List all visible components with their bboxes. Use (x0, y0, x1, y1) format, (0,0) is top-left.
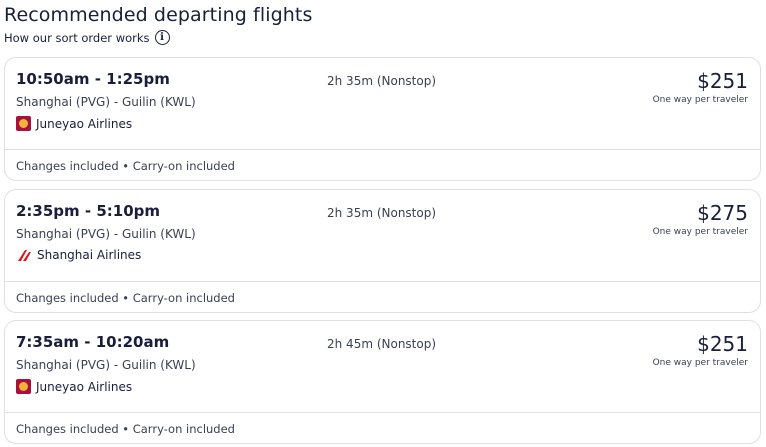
flight-route: Shanghai (PVG) - Guilin (KWL) (16, 358, 196, 372)
airline: Juneyao Airlines (16, 116, 132, 131)
airline: Shanghai Airlines (16, 248, 141, 262)
airline: Juneyao Airlines (16, 379, 132, 394)
price-note: One way per traveler (652, 95, 748, 105)
shanghai-airlines-logo-icon (18, 249, 31, 261)
flight-route: Shanghai (PVG) - Guilin (KWL) (16, 95, 196, 109)
flight-times: 7:35am - 10:20am (16, 333, 170, 351)
card-divider (5, 149, 760, 150)
card-divider (5, 281, 760, 282)
flight-price: $251 (697, 69, 748, 93)
sort-order-label: How our sort order works (4, 30, 150, 45)
price-note: One way per traveler (652, 227, 748, 237)
flight-times: 10:50am - 1:25pm (16, 70, 170, 88)
flight-duration: 2h 35m (Nonstop) (327, 74, 437, 88)
price-note: One way per traveler (652, 358, 748, 368)
card-divider (5, 412, 760, 413)
flight-card[interactable]: 7:35am - 10:20am Shanghai (PVG) - Guilin… (4, 320, 761, 444)
flight-perks: Changes included • Carry-on included (16, 159, 235, 173)
flight-duration: 2h 45m (Nonstop) (327, 337, 437, 351)
page-title: Recommended departing flights (4, 4, 313, 26)
sort-order-link[interactable]: How our sort order works i (4, 30, 170, 45)
flight-perks: Changes included • Carry-on included (16, 291, 235, 305)
info-icon[interactable]: i (154, 30, 170, 45)
juneyao-logo-icon (16, 379, 31, 394)
airline-name: Juneyao Airlines (36, 116, 133, 131)
flight-price: $251 (697, 332, 748, 356)
flight-card[interactable]: 2:35pm - 5:10pm Shanghai (PVG) - Guilin … (4, 189, 761, 313)
airline-name: Juneyao Airlines (36, 379, 133, 394)
flight-times: 2:35pm - 5:10pm (16, 202, 161, 220)
flight-perks: Changes included • Carry-on included (16, 422, 235, 436)
juneyao-logo-icon (16, 116, 31, 131)
flight-route: Shanghai (PVG) - Guilin (KWL) (16, 227, 196, 241)
flight-card[interactable]: 10:50am - 1:25pm Shanghai (PVG) - Guilin… (4, 57, 761, 181)
flight-duration: 2h 35m (Nonstop) (327, 206, 437, 220)
airline-name: Shanghai Airlines (37, 248, 142, 262)
flight-price: $275 (697, 201, 748, 225)
